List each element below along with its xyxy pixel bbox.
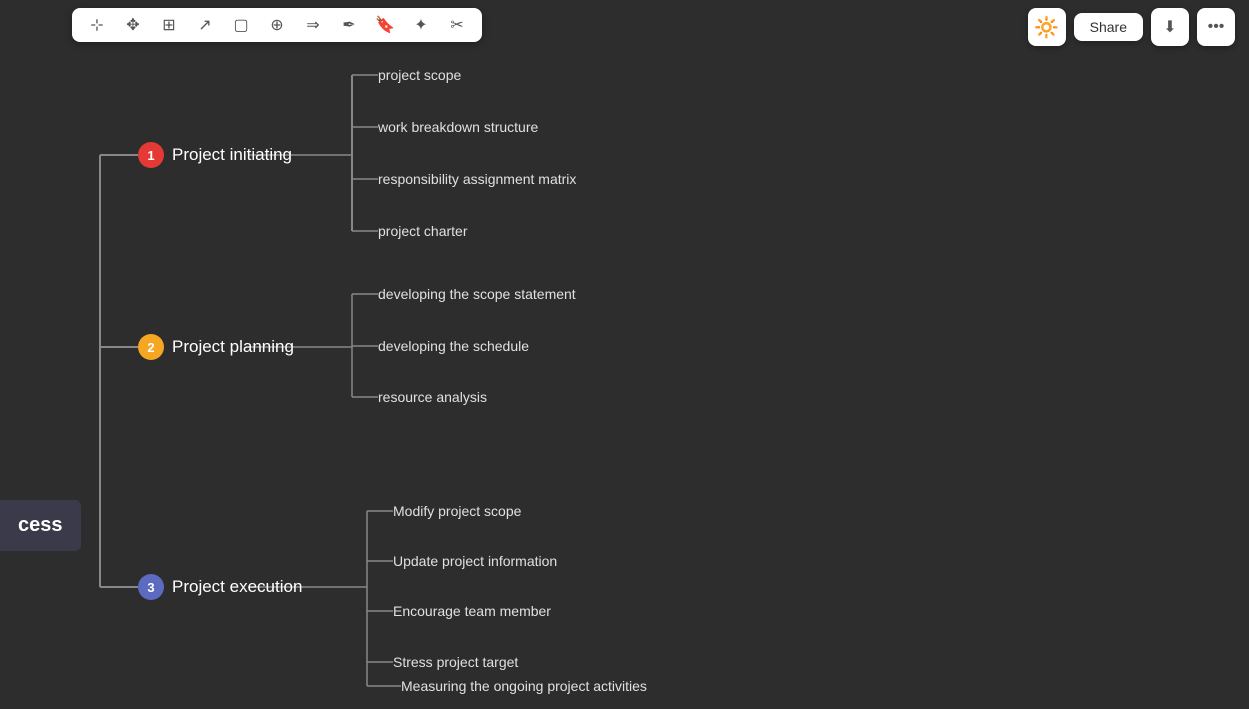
leaf-responsibility-matrix: responsibility assignment matrix — [378, 171, 576, 187]
share-button[interactable]: Share — [1074, 13, 1143, 41]
sparkle-icon[interactable]: ✦ — [410, 14, 432, 36]
leaf-project-charter: project charter — [378, 223, 467, 239]
select-icon[interactable]: ⊹ — [86, 14, 108, 36]
leaf-work-breakdown: work breakdown structure — [378, 119, 538, 135]
leaf-stress-target: Stress project target — [393, 654, 518, 670]
pointer-icon[interactable]: ↗ — [194, 14, 216, 36]
connect-icon[interactable]: ⊞ — [158, 14, 180, 36]
badge-planning: 2 — [138, 334, 164, 360]
logo-button[interactable]: 🔆 — [1028, 8, 1066, 46]
label-planning: Project planning — [172, 337, 294, 357]
leaf-project-scope: project scope — [378, 67, 461, 83]
more-options-button[interactable]: ••• — [1197, 8, 1235, 46]
label-execution: Project execution — [172, 577, 302, 597]
magnet-icon[interactable]: ✂ — [446, 14, 468, 36]
arrow-icon[interactable]: ⇒ — [302, 14, 324, 36]
hand-icon[interactable]: ✥ — [122, 14, 144, 36]
bookmark-icon[interactable]: 🔖 — [374, 14, 396, 36]
leaf-resource-analysis: resource analysis — [378, 389, 487, 405]
node-planning[interactable]: 2 Project planning — [138, 334, 294, 360]
left-label: cess — [0, 500, 81, 551]
download-button[interactable]: ⬇ — [1151, 8, 1189, 46]
top-right-controls: 🔆 Share ⬇ ••• — [1028, 8, 1235, 46]
pen-icon[interactable]: ✒ — [338, 14, 360, 36]
leaf-modify-scope: Modify project scope — [393, 503, 521, 519]
leaf-encourage-team: Encourage team member — [393, 603, 551, 619]
badge-initiating: 1 — [138, 142, 164, 168]
leaf-scope-statement: developing the scope statement — [378, 286, 576, 302]
badge-execution: 3 — [138, 574, 164, 600]
add-icon[interactable]: ⊕ — [266, 14, 288, 36]
node-execution[interactable]: 3 Project execution — [138, 574, 302, 600]
leaf-update-info: Update project information — [393, 553, 557, 569]
toolbar: ⊹ ✥ ⊞ ↗ ▢ ⊕ ⇒ ✒ 🔖 ✦ ✂ — [72, 8, 482, 42]
node-initiating[interactable]: 1 Project initiating — [138, 142, 292, 168]
leaf-schedule: developing the schedule — [378, 338, 529, 354]
leaf-measuring-activities: Measuring the ongoing project activities — [401, 678, 647, 694]
frame-icon[interactable]: ▢ — [230, 14, 252, 36]
label-initiating: Project initiating — [172, 145, 292, 165]
